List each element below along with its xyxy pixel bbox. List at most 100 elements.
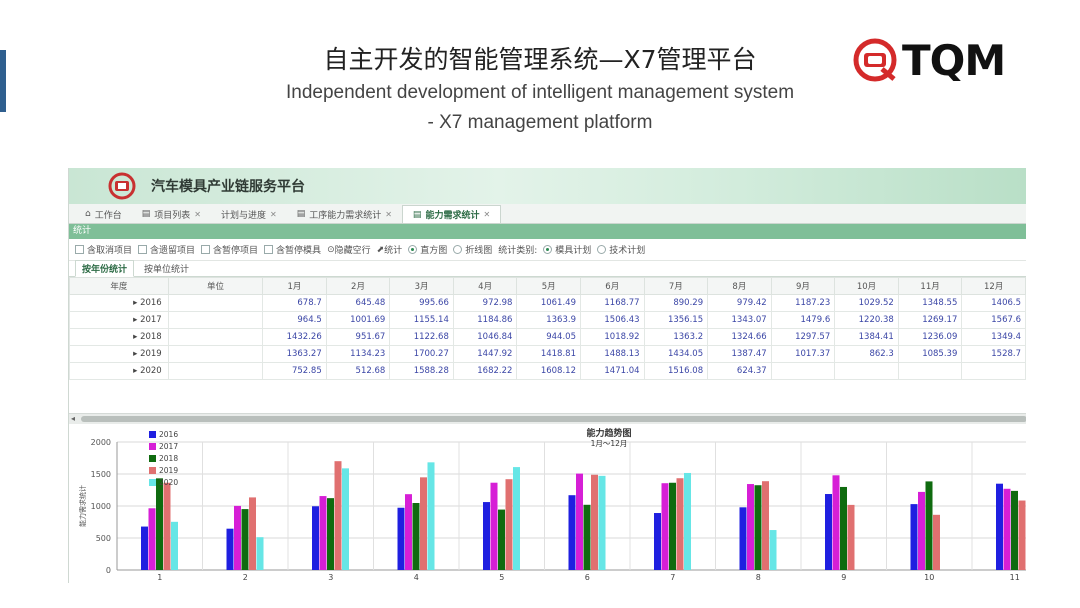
bar-2018-10 [925,481,933,570]
slide: 自主开发的智能管理系统—X7管理平台 Independent developme… [0,0,1080,608]
column-header[interactable]: 3月 [389,277,454,295]
bar-2018-4 [412,503,420,570]
legend-swatch-2018 [149,455,156,462]
year-cell[interactable]: ▸ 2017 [69,311,169,329]
value-cell: 1134.23 [325,345,391,363]
close-icon[interactable]: ✕ [194,210,201,219]
tab-bar: ⌂ 工作台 ▤ 项目列表 ✕ 计划与进度 ✕ ▤ 工序能力需求统计 ✕ ▤ 能力… [69,204,1026,224]
app-logo-icon [108,172,136,200]
value-cell: 645.48 [325,294,391,312]
column-header[interactable]: 9月 [770,277,836,295]
column-header[interactable]: 5月 [516,277,581,295]
bar-2019-9 [847,504,855,570]
column-header[interactable]: 10月 [834,277,899,295]
value-cell: 995.66 [389,294,454,312]
logo-mark-icon [853,38,897,82]
bar-2019-10 [933,514,940,570]
x-tick-label: 7 [670,573,675,582]
year-cell[interactable]: ▸ 2020 [69,362,169,380]
table-row[interactable]: ▸ 2018 1432.26 951.67 1122.68 1046.84 944.05 1… [69,328,1026,346]
include-paused-project-checkbox[interactable]: 含暂停项目 [201,243,258,256]
include-paused-mold-checkbox[interactable]: 含暂停模具 [264,243,321,256]
app-screenshot: 汽车模具产业链服务平台 ⌂ 工作台 ▤ 项目列表 ✕ 计划与进度 ✕ ▤ 工序能… [68,168,1026,583]
hide-empty-rows-button[interactable]: ⊙ 隐藏空行 [327,243,371,257]
value-cell: 1608.12 [516,362,581,380]
bar-2020-1 [171,521,178,570]
value-cell: 1434.05 [643,345,709,363]
column-header[interactable]: 11月 [897,277,963,295]
column-header[interactable]: 4月 [452,277,518,295]
bar-2016-8 [739,507,747,570]
bar-2016-3 [312,506,319,570]
scroll-left-icon[interactable]: ◂ [71,414,75,423]
bar-chart-radio[interactable]: 直方图 [408,243,447,256]
y-tick-label: 0 [106,566,111,575]
bar-2018-6 [583,504,591,570]
include-legacy-checkbox[interactable]: 含遗留项目 [138,243,195,256]
tab-process-capacity[interactable]: ▤ 工序能力需求统计 ✕ [287,205,402,223]
value-cell: 1018.92 [579,328,645,346]
year-cell[interactable]: ▸ 2018 [69,328,169,346]
column-header[interactable]: 8月 [707,277,772,295]
value-cell [961,362,1026,380]
close-icon[interactable]: ✕ [270,210,277,219]
bar-2017-10 [918,491,925,570]
value-cell: 1184.86 [452,311,518,329]
bar-2019-11 [1018,500,1026,570]
value-cell: 1061.49 [516,294,581,312]
include-cancelled-checkbox[interactable]: 含取消项目 [75,243,132,256]
value-cell: 1324.66 [707,328,772,346]
tab-workbench[interactable]: ⌂ 工作台 [75,205,132,223]
legend-swatch-2016 [149,431,156,438]
year-cell[interactable]: ▸ 2016 [69,294,169,312]
tab-label: 工序能力需求统计 [309,210,382,221]
data-grid: 年度 单位 1月 2月 3月 4月 5月 6月 7月 8月 9月 10月 11月 12月 ▸ 2016 67… [69,277,1026,413]
tab-plan-progress[interactable]: 计划与进度 ✕ [211,205,287,223]
column-header[interactable]: 2月 [325,277,391,295]
value-cell: 1387.47 [707,345,772,363]
close-icon[interactable]: ✕ [385,210,392,219]
column-header[interactable]: 12月 [961,277,1026,295]
scrollbar-thumb[interactable] [81,416,1026,422]
column-header[interactable]: 6月 [579,277,645,295]
value-cell: 1269.17 [897,311,963,329]
bar-2017-1 [148,508,156,570]
mold-plan-radio[interactable]: 模具计划 [543,243,591,256]
bar-2017-8 [747,484,754,570]
bar-2017-4 [405,494,412,570]
subtab-by-unit[interactable]: 按单位统计 [138,261,195,276]
column-header[interactable]: 年度 [69,277,169,295]
value-cell: 1418.81 [516,345,581,363]
value-cell: 1236.09 [897,328,963,346]
close-icon[interactable]: ✕ [483,210,490,219]
column-header[interactable]: 7月 [643,277,709,295]
unit-cell [167,362,264,380]
unit-cell [167,294,264,312]
accent-bar [0,50,6,112]
line-chart-radio[interactable]: 折线图 [453,243,492,256]
bar-2019-3 [334,461,342,570]
toolbar: 含取消项目 含遗留项目 含暂停项目 含暂停模具 ⊙ 隐藏空行 ⬈ 统计 直方图 折线… [69,239,1026,261]
statistics-button[interactable]: ⬈ 统计 [377,243,403,257]
bar-2017-2 [234,505,241,570]
x-tick-label: 8 [756,573,761,582]
horizontal-scrollbar[interactable]: ◂ [69,413,1026,424]
year-cell[interactable]: ▸ 2019 [69,345,169,363]
chart-title: 能力趋势图 [586,427,631,439]
legend-label: 2019 [159,466,178,475]
column-header[interactable]: 单位 [167,277,264,295]
tab-project-list[interactable]: ▤ 项目列表 ✕ [132,205,211,223]
table-row[interactable]: ▸ 2016 678.7 645.48 995.66 972.98 1061.49 1168… [69,294,1026,312]
company-logo: TQM [852,36,1038,85]
value-cell: 1122.68 [389,328,454,346]
x-tick-label: 2 [243,573,248,582]
column-header[interactable]: 1月 [262,277,327,295]
tab-capacity-stats[interactable]: ▤ 能力需求统计 ✕ [401,205,502,223]
table-row[interactable]: ▸ 2020 752.85 512.68 1588.28 1682.22 1608.12 1… [69,362,1026,380]
tech-plan-radio[interactable]: 技术计划 [597,243,645,256]
tab-label: 项目列表 [154,210,191,221]
subtab-by-year[interactable]: 按年份统计 [75,260,135,277]
value-cell: 1343.07 [707,311,772,329]
table-row[interactable]: ▸ 2019 1363.27 1134.23 1700.27 1447.92 1418.8… [69,345,1026,363]
table-row[interactable]: ▸ 2017 964.5 1001.69 1155.14 1184.86 1363.9 15… [69,311,1026,329]
